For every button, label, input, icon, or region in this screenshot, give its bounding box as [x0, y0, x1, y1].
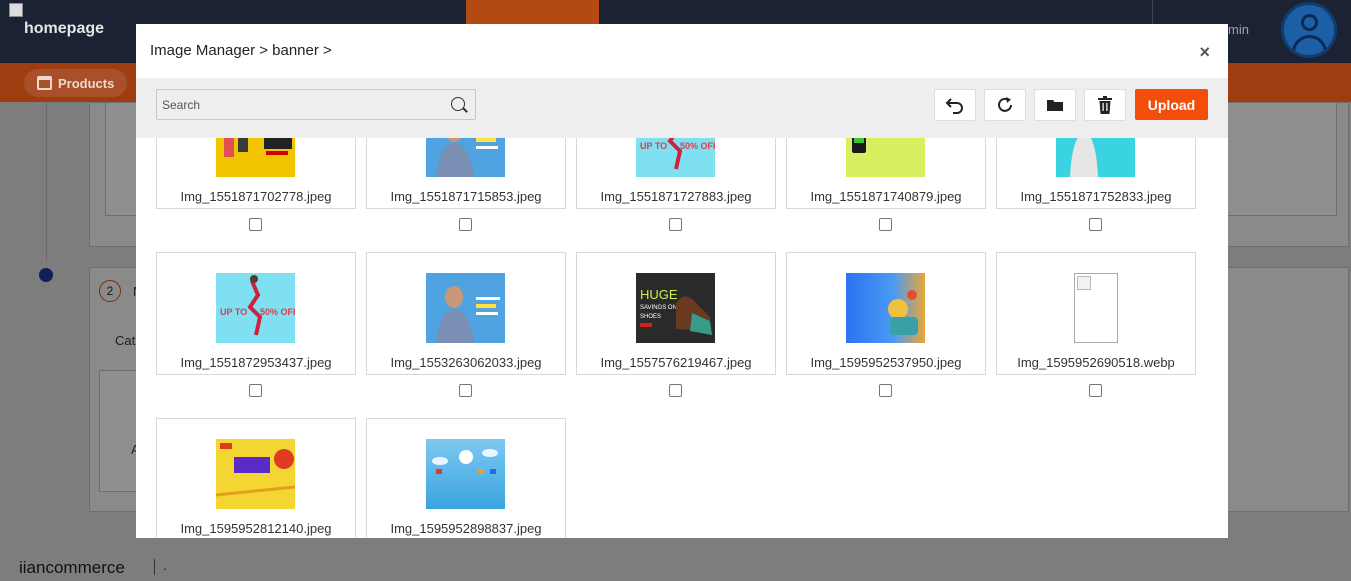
image-filename: Img_1595952690518.webp: [1017, 355, 1175, 370]
image-thumbnail[interactable]: [1056, 138, 1135, 177]
undo-button[interactable]: [934, 89, 976, 121]
image-thumbnail[interactable]: [426, 439, 505, 509]
subnav-products[interactable]: Products: [24, 69, 128, 97]
svg-text:HUGE: HUGE: [640, 287, 678, 302]
timeline-dot: [39, 268, 53, 282]
image-select-checkbox[interactable]: [459, 218, 472, 231]
image-thumbnail[interactable]: HUGE SAVINGS ON SHOES: [636, 273, 715, 343]
svg-text:UP TO: UP TO: [220, 307, 247, 317]
admin-label[interactable]: min: [1228, 22, 1249, 37]
image-filename: Img_1551872953437.jpeg: [180, 355, 332, 370]
image-filename: Img_1595952537950.jpeg: [810, 355, 962, 370]
broken-image-icon[interactable]: [1074, 273, 1118, 343]
search-input[interactable]: [157, 90, 442, 119]
image-filename: Img_1553263062033.jpeg: [390, 355, 542, 370]
subnav-products-label: Products: [58, 75, 115, 91]
image-tile[interactable]: Img_1551871702778.jpeg: [156, 138, 356, 209]
upload-button[interactable]: Upload: [1135, 89, 1208, 120]
image-thumbnail[interactable]: [846, 273, 925, 343]
new-folder-button[interactable]: [1034, 89, 1076, 121]
footer-dot: .: [163, 557, 167, 573]
image-tile[interactable]: Img_1595952812140.jpeg: [156, 418, 356, 538]
image-select-checkbox[interactable]: [459, 384, 472, 397]
image-thumbnail[interactable]: UP TO 50% OFF: [216, 273, 295, 343]
image-select-checkbox[interactable]: [879, 218, 892, 231]
image-manager-modal: Image Manager > banner > × Upload Img_15…: [136, 24, 1228, 538]
image-tile[interactable]: Img_1553263062033.jpeg: [366, 252, 566, 375]
footer-separator: [154, 559, 155, 575]
calendar-icon: [37, 76, 52, 90]
image-select-checkbox[interactable]: [1089, 218, 1102, 231]
footer: iiancommerce .: [0, 551, 1351, 581]
image-filename: Img_1557576219467.jpeg: [600, 355, 752, 370]
image-select-checkbox[interactable]: [879, 384, 892, 397]
image-tile[interactable]: UP TO 50% OFF Img_1551872953437.jpeg: [156, 252, 356, 375]
image-tile[interactable]: Img_1595952898837.jpeg: [366, 418, 566, 538]
modal-header: Image Manager > banner > ×: [136, 24, 1228, 78]
image-filename: Img_1595952812140.jpeg: [180, 521, 332, 536]
image-select-checkbox[interactable]: [249, 218, 262, 231]
broken-logo-icon: [9, 3, 23, 17]
image-grid: Img_1551871702778.jpeg Img_1551871715853.…: [136, 138, 1228, 538]
image-thumbnail[interactable]: UP TO 50% OFF: [636, 138, 715, 177]
image-thumbnail[interactable]: [846, 138, 925, 177]
delete-button[interactable]: [1084, 89, 1126, 121]
timeline-line: [46, 102, 47, 262]
image-select-checkbox[interactable]: [1089, 384, 1102, 397]
image-thumbnail[interactable]: [216, 439, 295, 509]
brand-title[interactable]: homepage: [24, 20, 104, 38]
image-tile[interactable]: Img_1551871715853.jpeg: [366, 138, 566, 209]
svg-text:50% OFF: 50% OFF: [260, 307, 295, 317]
svg-text:UP TO: UP TO: [640, 141, 667, 151]
image-filename: Img_1551871740879.jpeg: [810, 189, 962, 204]
svg-text:50% OFF: 50% OFF: [680, 141, 715, 151]
svg-text:SAVINGS ON: SAVINGS ON: [640, 305, 677, 311]
search-box: [156, 89, 476, 120]
image-thumbnail[interactable]: [426, 138, 505, 177]
image-tile[interactable]: Img_1551871752833.jpeg: [996, 138, 1196, 209]
undo-icon: [945, 98, 963, 114]
image-filename: Img_1551871727883.jpeg: [600, 189, 752, 204]
refresh-button[interactable]: [984, 89, 1026, 121]
refresh-icon: [998, 97, 1012, 112]
trash-icon: [1098, 96, 1112, 114]
image-tile[interactable]: Img_1551871740879.jpeg: [786, 138, 986, 209]
image-select-checkbox[interactable]: [249, 384, 262, 397]
folder-icon: [1047, 100, 1063, 111]
image-filename: Img_1551871752833.jpeg: [1020, 189, 1172, 204]
user-avatar-icon[interactable]: [1281, 2, 1337, 58]
image-tile[interactable]: UP TO 50% OFF Img_1551871727883.jpeg: [576, 138, 776, 209]
image-tile[interactable]: Img_1595952537950.jpeg: [786, 252, 986, 375]
image-filename: Img_1551871715853.jpeg: [390, 189, 542, 204]
image-select-checkbox[interactable]: [669, 218, 682, 231]
footer-brand: iiancommerce: [19, 558, 125, 577]
image-filename: Img_1595952898837.jpeg: [390, 521, 542, 536]
step-number-badge: 2: [99, 280, 121, 302]
search-icon[interactable]: [451, 97, 465, 111]
modal-title: Image Manager > banner >: [150, 42, 332, 59]
image-tile[interactable]: HUGE SAVINGS ON SHOES Img_1557576219467.jpe…: [576, 252, 776, 375]
svg-text:SHOES: SHOES: [640, 314, 661, 320]
image-thumbnail[interactable]: [216, 138, 295, 177]
image-filename: Img_1551871702778.jpeg: [180, 189, 332, 204]
close-icon[interactable]: ×: [1199, 42, 1210, 63]
image-thumbnail[interactable]: [426, 273, 505, 343]
image-manager-toolbar: Upload: [136, 78, 1228, 138]
image-select-checkbox[interactable]: [669, 384, 682, 397]
category-label: Cat: [115, 333, 136, 348]
image-tile[interactable]: Img_1595952690518.webp: [996, 252, 1196, 375]
